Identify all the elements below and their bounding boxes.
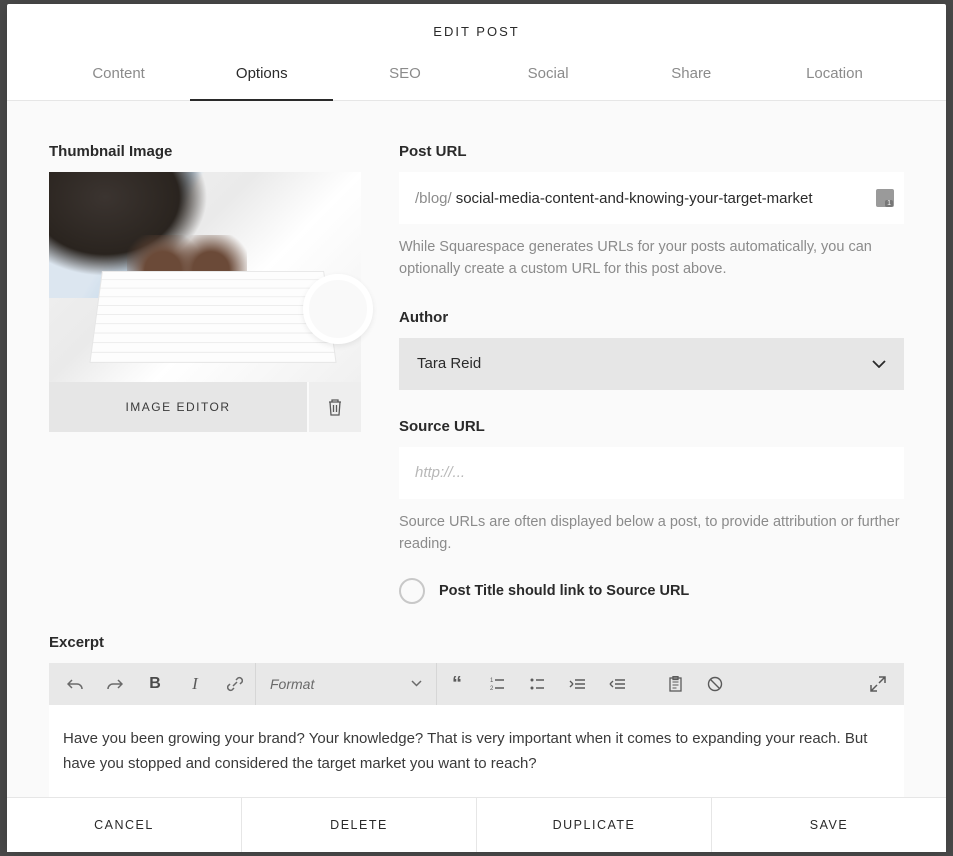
italic-icon: I <box>192 674 198 694</box>
source-url-label: Source URL <box>399 418 904 435</box>
excerpt-toolbar: B I Format “ 12 <box>49 663 904 705</box>
format-select[interactable]: Format <box>255 663 437 705</box>
delete-image-button[interactable] <box>307 382 361 432</box>
source-url-input[interactable] <box>399 447 904 499</box>
italic-button[interactable]: I <box>175 663 215 705</box>
duplicate-button[interactable]: DUPLICATE <box>477 798 712 852</box>
tab-location[interactable]: Location <box>763 51 906 100</box>
bullet-list-button[interactable] <box>517 663 557 705</box>
clipboard-icon <box>669 676 682 692</box>
thumbnail-image[interactable] <box>49 172 361 382</box>
bullet-list-icon <box>530 677 544 691</box>
indent-button[interactable] <box>597 663 637 705</box>
clipboard-button[interactable] <box>655 663 695 705</box>
bold-button[interactable]: B <box>135 663 175 705</box>
bold-icon: B <box>149 675 161 693</box>
svg-text:2: 2 <box>490 686 494 691</box>
excerpt-label: Excerpt <box>49 634 904 651</box>
post-url-input[interactable] <box>456 190 876 207</box>
modal-title: EDIT POST <box>7 4 946 51</box>
tab-options[interactable]: Options <box>190 51 333 100</box>
password-manager-icon[interactable] <box>876 189 894 207</box>
chevron-down-icon <box>872 360 886 368</box>
redo-icon <box>107 678 123 690</box>
author-label: Author <box>399 309 904 326</box>
modal-footer: CANCEL DELETE DUPLICATE SAVE <box>7 797 946 852</box>
trash-icon <box>327 397 343 417</box>
link-icon <box>227 676 243 692</box>
tabs: Content Options SEO Social Share Locatio… <box>7 51 946 101</box>
author-select[interactable]: Tara Reid <box>399 338 904 390</box>
post-url-label: Post URL <box>399 143 904 160</box>
quote-icon: “ <box>452 679 462 689</box>
clear-format-icon <box>707 676 723 692</box>
link-title-toggle-label: Post Title should link to Source URL <box>439 583 689 599</box>
tab-content[interactable]: Content <box>47 51 190 100</box>
radio-icon <box>399 578 425 604</box>
author-selected: Tara Reid <box>417 355 481 372</box>
quote-button[interactable]: “ <box>437 663 477 705</box>
link-title-toggle[interactable]: Post Title should link to Source URL <box>399 578 904 604</box>
undo-button[interactable] <box>55 663 95 705</box>
svg-text:1: 1 <box>490 678 494 684</box>
save-button[interactable]: SAVE <box>712 798 946 852</box>
thumbnail-label: Thumbnail Image <box>49 143 361 160</box>
cancel-button[interactable]: CANCEL <box>7 798 242 852</box>
outdent-button[interactable] <box>557 663 597 705</box>
numbered-list-button[interactable]: 12 <box>477 663 517 705</box>
edit-post-modal: EDIT POST Content Options SEO Social Sha… <box>7 4 946 852</box>
chevron-down-icon <box>411 680 422 687</box>
post-url-help: While Squarespace generates URLs for you… <box>399 236 904 281</box>
outdent-icon <box>569 678 585 690</box>
image-editor-button[interactable]: IMAGE EDITOR <box>49 382 307 432</box>
modal-body: Thumbnail Image IMAGE EDITOR Post URL <box>7 101 946 797</box>
post-url-field[interactable]: /blog/ <box>399 172 904 224</box>
source-url-help: Source URLs are often displayed below a … <box>399 511 904 556</box>
redo-button[interactable] <box>95 663 135 705</box>
format-label: Format <box>270 676 314 692</box>
expand-button[interactable] <box>858 663 898 705</box>
tab-share[interactable]: Share <box>620 51 763 100</box>
expand-icon <box>870 676 886 692</box>
excerpt-textarea[interactable]: Have you been growing your brand? Your k… <box>49 705 904 797</box>
delete-button[interactable]: DELETE <box>242 798 477 852</box>
tab-seo[interactable]: SEO <box>333 51 476 100</box>
indent-icon <box>609 678 625 690</box>
tab-social[interactable]: Social <box>477 51 620 100</box>
link-button[interactable] <box>215 663 255 705</box>
post-url-prefix: /blog/ <box>415 190 452 207</box>
numbered-list-icon: 12 <box>490 677 504 691</box>
clear-format-button[interactable] <box>695 663 735 705</box>
undo-icon <box>67 678 83 690</box>
